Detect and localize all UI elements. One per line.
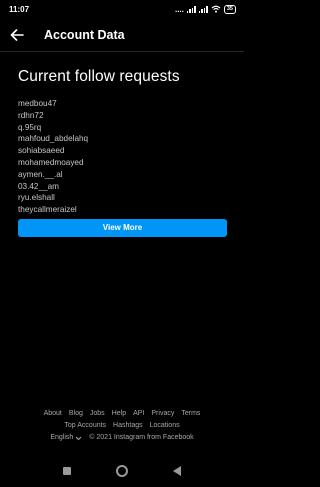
footer-links-row-1: About Blog Jobs Help API Privacy Terms xyxy=(0,408,244,420)
section-title: Current follow requests xyxy=(18,68,180,85)
language-select[interactable]: English xyxy=(50,432,82,444)
footer-link-help[interactable]: Help xyxy=(112,408,126,420)
footer-link-privacy[interactable]: Privacy xyxy=(151,408,174,420)
back-button[interactable] xyxy=(7,25,27,45)
notification-dots-icon: .... xyxy=(174,4,184,14)
screen: 11:07 .... 35 Account Data Current follo… xyxy=(0,0,244,487)
back-icon[interactable] xyxy=(173,465,182,476)
page-title: Account Data xyxy=(44,27,125,42)
request-item: mohamedmoayed xyxy=(18,157,84,167)
signal-icon xyxy=(186,5,196,13)
language-label: English xyxy=(50,434,74,441)
footer-link-top-accounts[interactable]: Top Accounts xyxy=(64,420,106,432)
request-item: ryu.elshall xyxy=(18,193,55,203)
request-item: sohiabsaeed xyxy=(18,146,65,156)
footer-row-3: English © 2021 Instagram from Facebook xyxy=(0,432,244,444)
home-icon[interactable] xyxy=(115,464,128,477)
chevron-down-icon xyxy=(75,436,82,440)
system-nav-bar xyxy=(0,454,244,487)
footer-link-about[interactable]: About xyxy=(44,408,62,420)
recent-apps-icon[interactable] xyxy=(62,466,71,475)
footer-links-row-2: Top Accounts Hashtags Locations xyxy=(0,420,244,432)
signal-icon-2 xyxy=(198,5,208,13)
battery-icon: 35 xyxy=(223,4,236,14)
request-list: medbou47 rdhn72 q.95rq mahfoud_abdelahq … xyxy=(18,98,228,216)
header: Account Data xyxy=(0,18,244,52)
footer-link-blog[interactable]: Blog xyxy=(69,408,83,420)
copyright: © 2021 Instagram from Facebook xyxy=(89,434,194,441)
request-item: theycallmeraizel xyxy=(18,205,77,215)
status-time: 11:07 xyxy=(9,4,30,14)
request-item: 03.42__am xyxy=(18,181,59,191)
footer-link-locations[interactable]: Locations xyxy=(150,420,180,432)
footer-link-api[interactable]: API xyxy=(133,408,144,420)
footer-link-jobs[interactable]: Jobs xyxy=(90,408,105,420)
request-item: mahfoud_abdelahq xyxy=(18,134,89,144)
request-item: medbou47 xyxy=(18,99,57,108)
follow-requests-section: Current follow requests medbou47 rdhn72 … xyxy=(18,66,228,237)
status-icons: .... 35 xyxy=(174,4,236,14)
request-item: aymen.__.al xyxy=(18,169,63,179)
status-bar: 11:07 .... 35 xyxy=(0,0,244,18)
footer-link-hashtags[interactable]: Hashtags xyxy=(113,420,143,432)
footer-link-terms[interactable]: Terms xyxy=(181,408,200,420)
footer: About Blog Jobs Help API Privacy Terms T… xyxy=(0,408,244,444)
request-item: q.95rq xyxy=(18,122,42,132)
view-more-button[interactable]: View More xyxy=(18,218,227,237)
request-item: rdhn72 xyxy=(18,110,44,120)
wifi-icon xyxy=(211,5,221,13)
arrow-left-icon xyxy=(10,28,24,41)
